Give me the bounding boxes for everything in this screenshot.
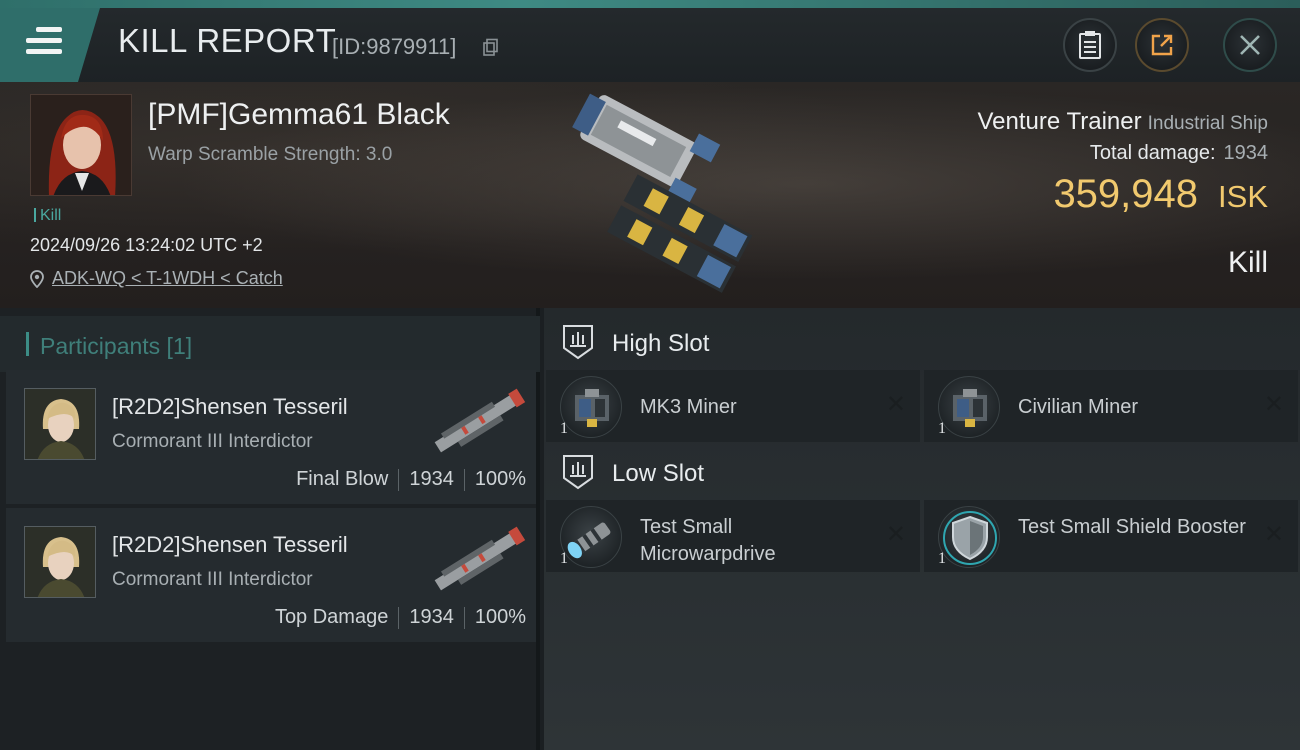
- participant-percent: 100%: [474, 606, 526, 628]
- participant-name[interactable]: [R2D2]Shensen Tesseril: [112, 394, 348, 420]
- participant-ship: Cormorant III Interdictor: [112, 431, 313, 452]
- close-button[interactable]: [1223, 18, 1277, 72]
- low-slot-header: Low Slot: [544, 444, 1300, 502]
- stat-divider: [398, 606, 400, 629]
- page-title: KILL REPORT: [118, 22, 337, 59]
- low-slot-title: Low Slot: [612, 460, 705, 487]
- microwarpdrive-module-icon: [560, 506, 622, 568]
- victim-ship-line: Venture Trainer Industrial Ship: [977, 108, 1268, 136]
- module-quantity: 1: [560, 420, 568, 437]
- total-damage-label: Total damage:: [1089, 142, 1216, 164]
- kill-result: Kill: [1227, 246, 1268, 279]
- kill-location-link[interactable]: ADK-WQ < T-1WDH < Catch: [30, 268, 283, 289]
- high-slot-header: High Slot: [544, 314, 1300, 372]
- destroyed-x-icon: ✕: [885, 390, 906, 418]
- participant-portrait[interactable]: [24, 388, 96, 460]
- high-slot-title: High Slot: [612, 330, 710, 357]
- participants-title: Participants [1]: [40, 333, 193, 359]
- participant-portrait-image: [25, 389, 95, 459]
- location-text[interactable]: ADK-WQ < T-1WDH < Catch: [52, 268, 283, 289]
- copy-id-icon[interactable]: [481, 38, 499, 56]
- participant-damage: 1934: [409, 468, 454, 490]
- high-slot-icon: [563, 325, 593, 360]
- header-accent-line: [0, 0, 1300, 8]
- victim-portrait[interactable]: [30, 94, 132, 196]
- destroyed-x-icon: ✕: [885, 520, 906, 548]
- stat-divider: [463, 606, 465, 629]
- shield-booster-module-icon: [938, 506, 1000, 568]
- stat-divider: [463, 468, 465, 491]
- close-icon: [1240, 35, 1260, 55]
- stat-divider: [398, 468, 400, 491]
- participant-stats: Final Blow 1934 100%: [296, 468, 526, 491]
- victim-ship-name[interactable]: Venture Trainer: [977, 108, 1141, 135]
- victim-pilot-name[interactable]: [PMF]Gemma61 Black: [148, 98, 450, 132]
- low-slot-icon: [563, 455, 593, 490]
- module-quantity: 1: [938, 420, 946, 437]
- menu-button[interactable]: [0, 8, 100, 82]
- kill-tag: Kill: [34, 207, 61, 225]
- isk-unit: ISK: [1218, 179, 1268, 214]
- participants-panel: Participants [1] [R2D2]Shensen Tesseril …: [0, 308, 540, 750]
- participant-role: Top Damage: [274, 606, 389, 628]
- total-damage: Total damage: 1934: [1090, 142, 1268, 165]
- participant-percent: 100%: [474, 468, 526, 490]
- location-pin-icon: [30, 269, 44, 288]
- module-item[interactable]: 1 MK3 Miner ✕: [546, 370, 920, 442]
- module-name: MK3 Miner: [640, 396, 737, 418]
- clipboard-button[interactable]: [1063, 18, 1117, 72]
- module-item[interactable]: 1 Civilian Miner ✕: [924, 370, 1298, 442]
- share-button[interactable]: [1135, 18, 1189, 72]
- warp-scramble-strength: Warp Scramble Strength: 3.0: [148, 144, 393, 165]
- participant-role: Final Blow: [296, 468, 389, 490]
- pilot-portrait-image: [31, 95, 131, 195]
- participant-ship: Cormorant III Interdictor: [112, 569, 313, 590]
- participant-ship-image: [434, 388, 526, 453]
- module-quantity: 1: [560, 550, 568, 567]
- participant-portrait-image: [25, 527, 95, 597]
- miner-module-icon: [560, 376, 622, 438]
- destroyed-x-icon: ✕: [1263, 520, 1284, 548]
- victim-hero: [PMF]Gemma61 Black Warp Scramble Strengt…: [0, 82, 1300, 308]
- isk-value: 359,948: [1053, 172, 1199, 216]
- participant-damage: 1934: [409, 606, 454, 628]
- miner-module-icon: [938, 376, 1000, 438]
- fitting-panel: High Slot 1 MK3 Miner ✕ 1 Civilian Miner…: [544, 308, 1300, 750]
- module-name: Civilian Miner: [1018, 396, 1139, 418]
- destroyed-x-icon: ✕: [1263, 390, 1284, 418]
- participant-stats: Top Damage 1934 100%: [275, 606, 526, 629]
- participant-portrait[interactable]: [24, 526, 96, 598]
- share-icon: [1151, 34, 1173, 56]
- participant-ship-image: [434, 526, 526, 591]
- report-id: [ID:9879911]: [332, 34, 457, 59]
- kill-datetime: 2024/09/26 13:24:02 UTC +2: [30, 235, 263, 255]
- total-damage-value: 1934: [1223, 142, 1269, 164]
- module-name: Test Small Shield Booster: [1018, 516, 1246, 538]
- participant-card[interactable]: [R2D2]Shensen Tesseril Cormorant III Int…: [6, 508, 536, 642]
- module-quantity: 1: [938, 550, 946, 567]
- victim-ship-image: [572, 93, 753, 293]
- header-bar: KILL REPORT [ID:9879911]: [0, 8, 1300, 82]
- module-item[interactable]: 1 Test Small Shield Booster ✕: [924, 500, 1298, 572]
- participant-card[interactable]: [R2D2]Shensen Tesseril Cormorant III Int…: [6, 370, 536, 504]
- participants-accent-bar: [26, 332, 29, 356]
- module-item[interactable]: 1 Test Small Microwarpdrive ✕: [546, 500, 920, 572]
- participant-name[interactable]: [R2D2]Shensen Tesseril: [112, 532, 348, 558]
- hamburger-menu-icon: [26, 27, 62, 57]
- isk-value-line: 359,948 ISK: [1053, 172, 1268, 217]
- module-name: Test Small Microwarpdrive: [640, 516, 776, 565]
- participants-header: Participants [1]: [0, 316, 540, 372]
- clipboard-icon: [1079, 31, 1101, 59]
- victim-ship-class: Industrial Ship: [1147, 113, 1268, 134]
